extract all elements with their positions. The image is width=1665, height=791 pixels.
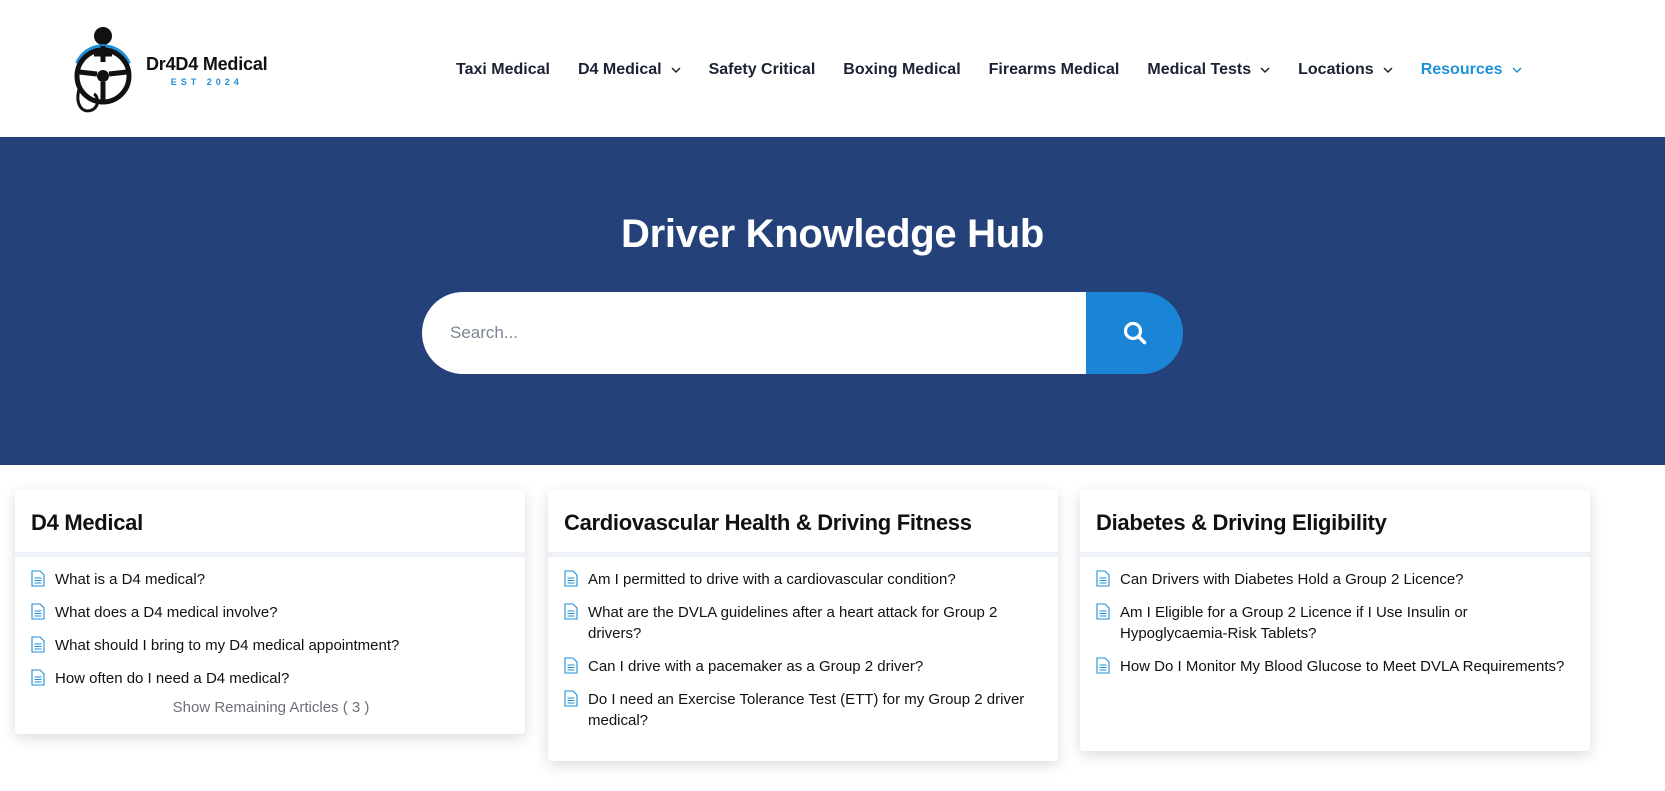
article-link[interactable]: How often do I need a D4 medical? bbox=[31, 668, 511, 689]
article-title: What is a D4 medical? bbox=[55, 571, 206, 588]
nav-locations[interactable]: Locations bbox=[1298, 61, 1393, 79]
article-title: What are the DVLA guidelines after a hea… bbox=[588, 604, 998, 642]
article-title: Do I need an Exercise Tolerance Test (ET… bbox=[588, 691, 1025, 729]
article-link[interactable]: Can I drive with a pacemaker as a Group … bbox=[564, 656, 1044, 677]
article-link[interactable]: Am I Eligible for a Group 2 Licence if I… bbox=[1096, 602, 1576, 644]
article-title: Am I permitted to drive with a cardiovas… bbox=[588, 571, 956, 588]
nav-label: Taxi Medical bbox=[456, 61, 550, 78]
document-icon bbox=[31, 669, 45, 686]
article-link[interactable]: What does a D4 medical involve? bbox=[31, 602, 511, 623]
hero-banner: Driver Knowledge Hub bbox=[0, 137, 1665, 465]
nav-label: Medical Tests bbox=[1147, 61, 1252, 78]
article-link[interactable]: What should I bring to my D4 medical app… bbox=[31, 635, 511, 656]
article-title: Can I drive with a pacemaker as a Group … bbox=[588, 658, 924, 675]
nav-label: Resources bbox=[1420, 61, 1503, 78]
category-card-cardiovascular: Cardiovascular Health & Driving Fitness … bbox=[548, 490, 1058, 761]
show-remaining-articles-link[interactable]: Show Remaining Articles ( 3 ) bbox=[31, 699, 511, 716]
document-icon bbox=[564, 657, 578, 674]
document-icon bbox=[1096, 603, 1110, 620]
document-icon bbox=[564, 603, 578, 620]
chevron-down-icon bbox=[1260, 67, 1270, 74]
document-icon bbox=[31, 570, 45, 587]
nav-boxing-medical[interactable]: Boxing Medical bbox=[843, 61, 960, 79]
nav-label: D4 Medical bbox=[577, 61, 662, 78]
article-title: Am I Eligible for a Group 2 Licence if I… bbox=[1120, 604, 1468, 642]
article-title: How Do I Monitor My Blood Glucose to Mee… bbox=[1120, 658, 1565, 675]
article-link[interactable]: How Do I Monitor My Blood Glucose to Mee… bbox=[1096, 656, 1576, 677]
category-card-d4-medical: D4 Medical What is a D4 medical? What do… bbox=[15, 490, 525, 734]
nav-label: Boxing Medical bbox=[843, 61, 961, 78]
nav-firearms-medical[interactable]: Firearms Medical bbox=[989, 61, 1120, 79]
category-cards: D4 Medical What is a D4 medical? What do… bbox=[0, 465, 1665, 791]
category-title: Diabetes & Driving Eligibility bbox=[1096, 510, 1387, 535]
document-icon bbox=[1096, 570, 1110, 587]
search-bar bbox=[422, 292, 1183, 374]
article-link[interactable]: Am I permitted to drive with a cardiovas… bbox=[564, 569, 1044, 590]
logo-est: EST 2024 bbox=[170, 76, 243, 87]
search-icon bbox=[1123, 321, 1146, 345]
nav-taxi-medical[interactable]: Taxi Medical bbox=[456, 61, 550, 79]
document-icon bbox=[31, 603, 45, 620]
nav-label: Locations bbox=[1298, 61, 1374, 78]
chevron-down-icon bbox=[1383, 67, 1393, 74]
search-input[interactable] bbox=[422, 292, 1088, 374]
nav-medical-tests[interactable]: Medical Tests bbox=[1147, 61, 1270, 79]
article-link[interactable]: Do I need an Exercise Tolerance Test (ET… bbox=[564, 689, 1044, 731]
chevron-down-icon bbox=[1511, 67, 1522, 74]
document-icon bbox=[564, 570, 578, 587]
article-link[interactable]: Can Drivers with Diabetes Hold a Group 2… bbox=[1096, 569, 1576, 590]
page-title: Driver Knowledge Hub bbox=[621, 212, 1044, 256]
category-title: D4 Medical bbox=[31, 510, 143, 535]
document-icon bbox=[31, 636, 45, 653]
category-card-diabetes: Diabetes & Driving Eligibility Can Drive… bbox=[1080, 490, 1590, 751]
nav-d4-medical[interactable]: D4 Medical bbox=[578, 61, 681, 79]
nav-resources[interactable]: Resources bbox=[1421, 61, 1522, 79]
site-header: Dr4D4 Medical EST 2024 Taxi Medical D4 M… bbox=[0, 0, 1665, 137]
nav-safety-critical[interactable]: Safety Critical bbox=[709, 61, 816, 79]
article-title: What should I bring to my D4 medical app… bbox=[55, 637, 400, 654]
chevron-down-icon bbox=[671, 67, 681, 74]
search-button[interactable] bbox=[1086, 292, 1183, 374]
article-link[interactable]: What is a D4 medical? bbox=[31, 569, 511, 590]
nav-label: Firearms Medical bbox=[988, 61, 1120, 78]
nav-label: Safety Critical bbox=[708, 61, 816, 78]
category-title: Cardiovascular Health & Driving Fitness bbox=[564, 510, 972, 535]
document-icon bbox=[564, 690, 578, 707]
main-nav: Taxi Medical D4 Medical Safety Critical … bbox=[456, 56, 1522, 84]
logo-name: Dr4D4 Medical bbox=[146, 53, 268, 74]
article-title: What does a D4 medical involve? bbox=[55, 604, 278, 621]
logo[interactable]: Dr4D4 Medical EST 2024 bbox=[74, 24, 284, 116]
document-icon bbox=[1096, 657, 1110, 674]
steering-wheel-logo-icon bbox=[74, 27, 132, 113]
article-title: How often do I need a D4 medical? bbox=[55, 670, 290, 687]
article-title: Can Drivers with Diabetes Hold a Group 2… bbox=[1120, 571, 1464, 588]
article-link[interactable]: What are the DVLA guidelines after a hea… bbox=[564, 602, 1044, 644]
